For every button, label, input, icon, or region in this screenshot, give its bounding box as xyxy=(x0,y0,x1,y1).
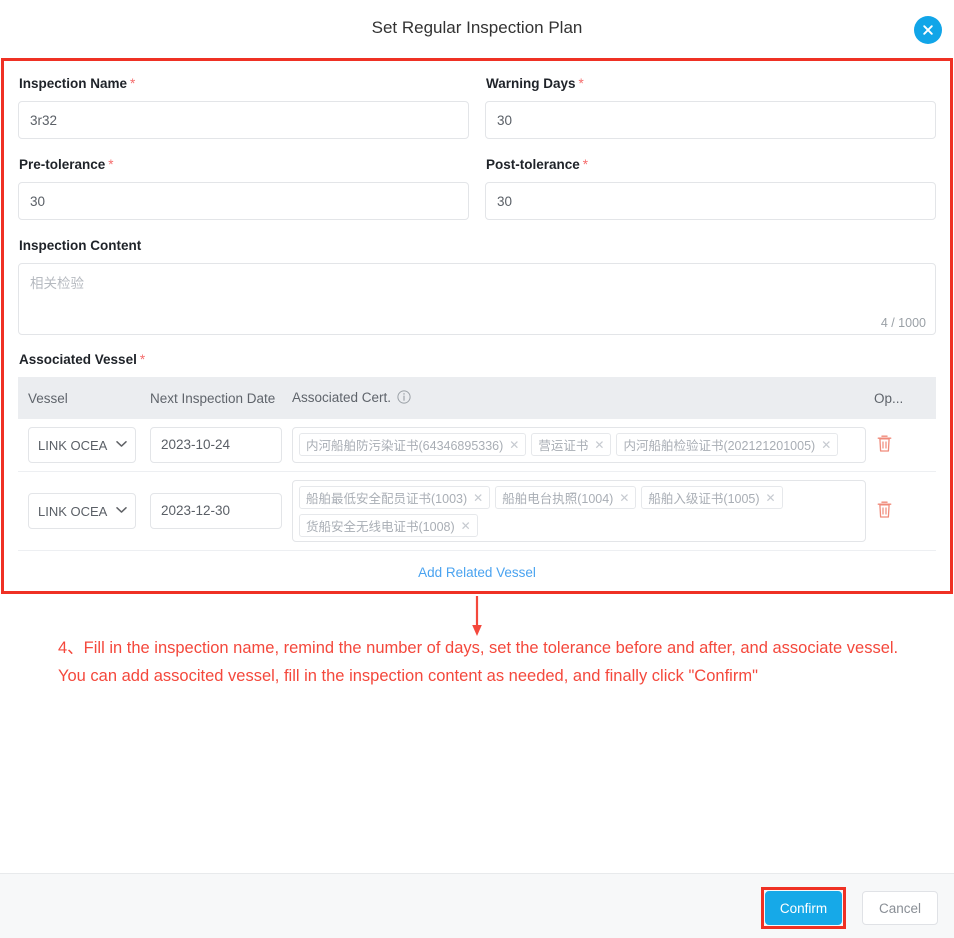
inspection-plan-form: Inspection Name* Warning Days* Pre-toler… xyxy=(4,61,950,591)
associated-cert-text: Associated Cert. xyxy=(292,389,392,405)
required-mark: * xyxy=(130,76,136,91)
form-row-2: Pre-tolerance* Post-tolerance* xyxy=(18,156,936,220)
cell-operation xyxy=(866,419,936,472)
cell-vessel: LINK OCEA xyxy=(18,471,140,551)
column-header-associated-cert: Associated Cert. xyxy=(282,377,866,419)
screenshot-root: Set Regular Inspection Plan Inspection N… xyxy=(0,0,954,938)
cert-tag-label: 内河船舶检验证书(202121201005) xyxy=(623,439,816,453)
required-mark: * xyxy=(108,157,114,172)
column-header-vessel: Vessel xyxy=(18,377,140,419)
field-post-tolerance: Post-tolerance * xyxy=(485,156,936,220)
cert-tag[interactable]: 营运证书 ✕ xyxy=(531,433,612,456)
tag-remove-icon[interactable]: ✕ xyxy=(821,438,831,452)
annotation-text: 4、Fill in the inspection name, remind th… xyxy=(58,639,899,685)
cert-tag-label: 货船安全无线电证书(1008) xyxy=(306,520,455,534)
post-tolerance-input[interactable] xyxy=(485,182,936,220)
cell-next-inspection-date: 2023-12-30 xyxy=(140,471,282,551)
vessel-select-wrapper[interactable]: LINK OCEA xyxy=(28,427,136,463)
annotation-arrow-icon xyxy=(470,596,484,638)
trash-icon[interactable] xyxy=(876,434,893,453)
associated-vessel-table: Vessel Next Inspection Date Associated C… xyxy=(18,377,936,551)
inspection-content-label: Inspection Content xyxy=(19,238,142,253)
vessel-select[interactable]: LINK OCEA xyxy=(28,427,136,463)
form-row-1: Inspection Name* Warning Days* xyxy=(18,75,936,139)
cert-tag[interactable]: 内河船舶检验证书(202121201005) ✕ xyxy=(616,433,839,456)
cell-vessel: LINK OCEA xyxy=(18,419,140,472)
table-row: LINK OCEA 2023-10-24 内河船舶防污染证书(643468953… xyxy=(18,419,936,472)
warning-days-label: Warning Days * xyxy=(486,76,584,91)
vessel-select[interactable]: LINK OCEA xyxy=(28,493,136,529)
trash-icon[interactable] xyxy=(876,500,893,519)
associated-vessel-label: Associated Vessel * xyxy=(19,352,146,367)
field-pre-tolerance: Pre-tolerance * xyxy=(18,156,469,220)
pre-tolerance-input[interactable] xyxy=(18,182,469,220)
tag-remove-icon[interactable]: ✕ xyxy=(619,491,629,505)
cell-associated-cert: 船舶最低安全配员证书(1003) ✕ 船舶电台执照(1004) ✕ 船舶入级证书(1… xyxy=(282,471,866,551)
character-counter: 4 / 1000 xyxy=(880,316,926,330)
cert-tag-label: 内河船舶防污染证书(64346895336) xyxy=(306,439,504,453)
table-header: Vessel Next Inspection Date Associated C… xyxy=(18,377,936,419)
tag-remove-icon[interactable]: ✕ xyxy=(594,438,604,452)
next-inspection-date-input[interactable]: 2023-12-30 xyxy=(150,493,282,529)
info-circle-icon[interactable] xyxy=(397,389,411,407)
next-inspection-date-input[interactable]: 2023-10-24 xyxy=(150,427,282,463)
table-row: LINK OCEA 2023-12-30 船舶最低安全配员证书(1003) ✕ xyxy=(18,471,936,551)
tag-remove-icon[interactable]: ✕ xyxy=(461,519,471,533)
inspection-content-placeholder: 相关检验 xyxy=(30,276,84,291)
table-body: LINK OCEA 2023-10-24 内河船舶防污染证书(643468953… xyxy=(18,419,936,551)
cert-tag[interactable]: 货船安全无线电证书(1008) ✕ xyxy=(299,514,478,537)
cell-next-inspection-date: 2023-10-24 xyxy=(140,419,282,472)
close-icon xyxy=(921,23,935,37)
cert-tag-box[interactable]: 内河船舶防污染证书(64346895336) ✕ 营运证书 ✕ 内河船舶检验证书(2… xyxy=(292,427,866,463)
cell-associated-cert: 内河船舶防污染证书(64346895336) ✕ 营运证书 ✕ 内河船舶检验证书(2… xyxy=(282,419,866,472)
required-mark: * xyxy=(582,157,589,172)
cert-tag[interactable]: 船舶电台执照(1004) ✕ xyxy=(495,486,637,509)
warning-days-input[interactable] xyxy=(485,101,936,139)
cert-tag[interactable]: 船舶入级证书(1005) ✕ xyxy=(641,486,783,509)
inspection-name-input[interactable] xyxy=(18,101,469,139)
column-header-next-inspection-date: Next Inspection Date xyxy=(140,377,282,419)
table-header-row: Vessel Next Inspection Date Associated C… xyxy=(18,377,936,419)
cert-tag-box[interactable]: 船舶最低安全配员证书(1003) ✕ 船舶电台执照(1004) ✕ 船舶入级证书(1… xyxy=(292,480,866,542)
cert-tag-label: 船舶电台执照(1004) xyxy=(502,492,614,506)
cert-tag-label: 船舶最低安全配员证书(1003) xyxy=(306,492,468,506)
tag-remove-icon[interactable]: ✕ xyxy=(766,491,776,505)
vessel-select-wrapper[interactable]: LINK OCEA xyxy=(28,493,136,529)
field-warning-days: Warning Days * xyxy=(485,75,936,139)
required-mark: * xyxy=(578,76,584,91)
cert-tag-label: 船舶入级证书(1005) xyxy=(648,492,760,506)
inspection-name-label: Inspection Name * xyxy=(19,76,136,91)
close-button[interactable] xyxy=(914,16,942,44)
dialog-header: Set Regular Inspection Plan xyxy=(0,0,954,58)
cert-tag[interactable]: 内河船舶防污染证书(64346895336) ✕ xyxy=(299,433,527,456)
inspection-content-textarea-wrapper[interactable]: 相关检验 4 / 1000 xyxy=(18,263,936,335)
column-header-operation: Op... xyxy=(866,377,936,419)
confirm-button[interactable]: Confirm xyxy=(765,891,842,925)
cert-tag-label: 营运证书 xyxy=(538,439,589,453)
cancel-button[interactable]: Cancel xyxy=(862,891,938,925)
cell-operation xyxy=(866,471,936,551)
field-inspection-name: Inspection Name * xyxy=(18,75,469,139)
required-mark: * xyxy=(139,352,146,367)
tag-remove-icon[interactable]: ✕ xyxy=(473,491,483,505)
add-related-vessel-link[interactable]: Add Related Vessel xyxy=(18,551,936,590)
page-title: Set Regular Inspection Plan xyxy=(371,18,583,37)
pre-tolerance-label: Pre-tolerance * xyxy=(19,157,114,172)
post-tolerance-label: Post-tolerance * xyxy=(486,157,589,172)
cert-tag[interactable]: 船舶最低安全配员证书(1003) ✕ xyxy=(299,486,491,509)
tag-remove-icon[interactable]: ✕ xyxy=(509,438,519,452)
field-inspection-content: Inspection Content 相关检验 4 / 1000 xyxy=(18,237,936,335)
